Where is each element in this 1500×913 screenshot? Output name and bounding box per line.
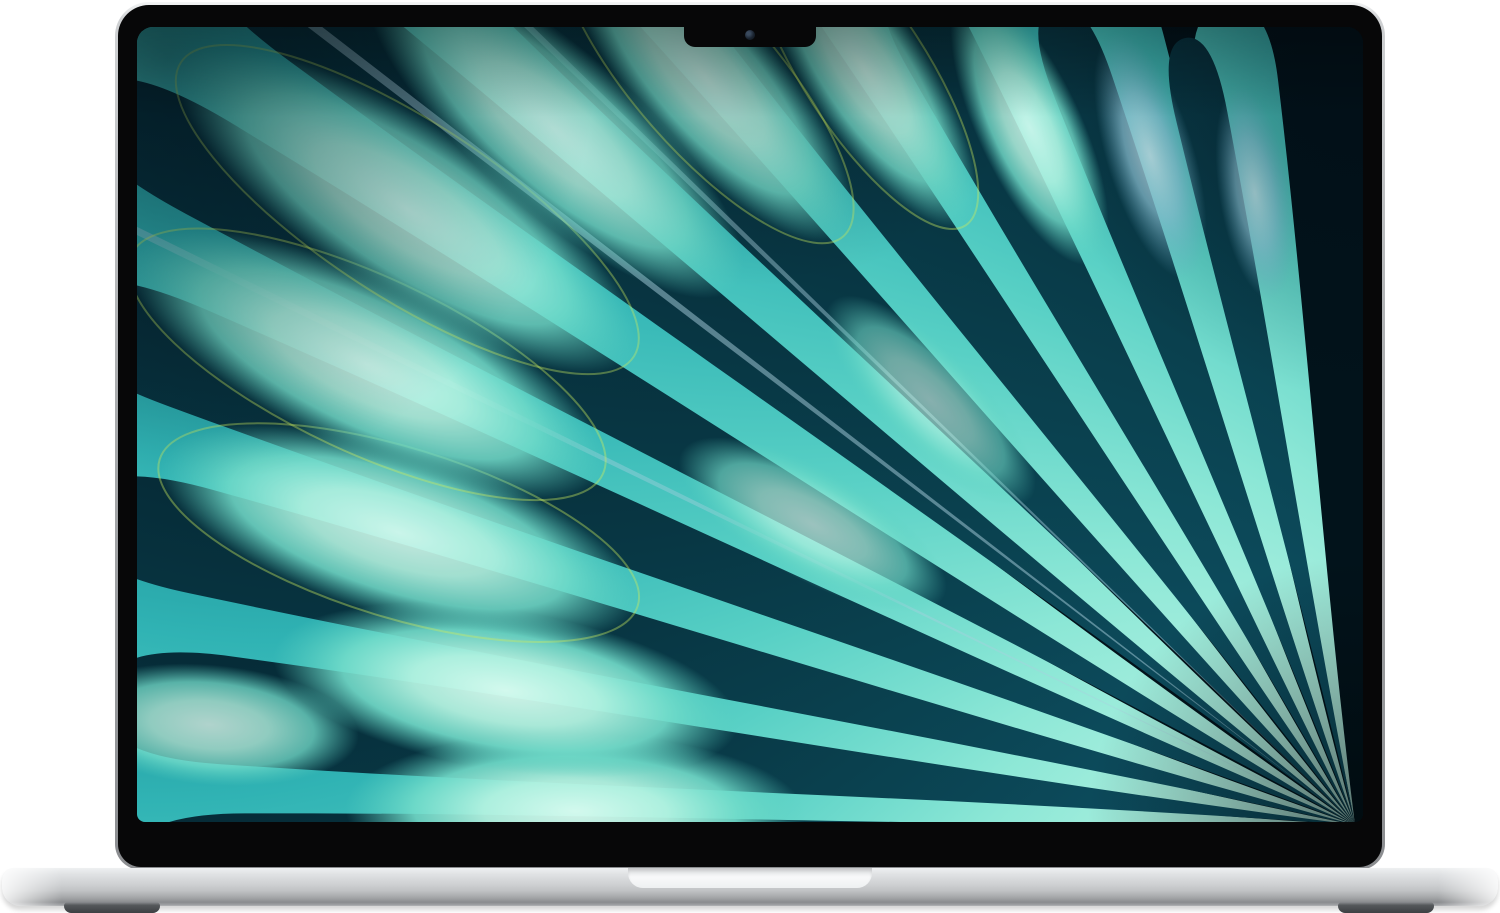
rubber-foot-left	[64, 902, 160, 913]
wallpaper-screen	[137, 27, 1363, 822]
lid-lift-notch	[628, 868, 872, 888]
display-bezel	[118, 5, 1382, 867]
laptop-lid-frame	[115, 2, 1385, 870]
base-deck	[2, 868, 1498, 906]
product-photo	[0, 0, 1500, 913]
vignette	[137, 27, 1363, 822]
rubber-foot-right	[1338, 902, 1434, 913]
display-notch	[684, 27, 816, 47]
fan-wallpaper	[137, 27, 1363, 822]
webcam-dot	[745, 30, 755, 40]
